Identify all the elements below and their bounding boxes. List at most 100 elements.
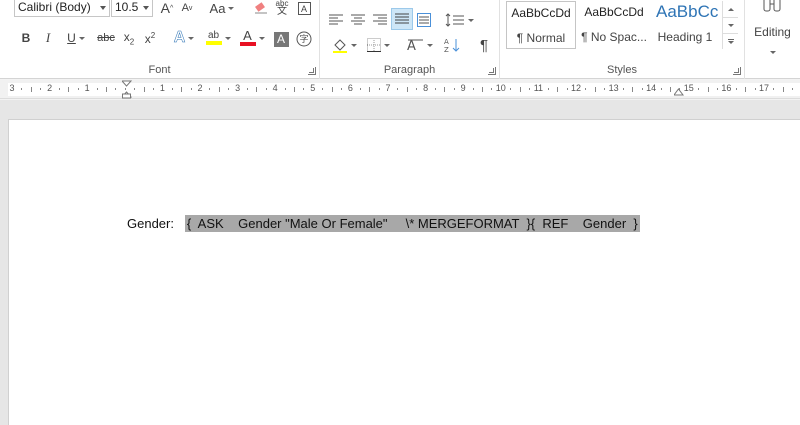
text-effects-button[interactable]: A (170, 27, 198, 49)
ruler-tick (341, 88, 342, 90)
ruler-tick (416, 88, 418, 90)
subscript-icon: x2 (124, 30, 134, 46)
distributed-icon (417, 13, 431, 27)
italic-icon: I (45, 30, 51, 45)
style-normal-sample: AaBbCcDd (511, 6, 571, 20)
shrink-font-button[interactable]: Av (178, 0, 196, 19)
superscript-button[interactable]: x2 (140, 27, 160, 49)
enclose-characters-button[interactable]: A (294, 0, 314, 19)
horizontal-ruler[interactable]: 3 2 1 1 2 3 4 5 6 7 8 9 10 11 12 13 14 15 16 17 (0, 80, 800, 99)
svg-text:A: A (444, 38, 449, 46)
ruler-tick (557, 87, 559, 92)
ruler-label: 1 (84, 83, 90, 93)
style-heading-1-sample: AaBbCc (656, 2, 718, 21)
font-color-swatch (239, 42, 256, 46)
style-normal[interactable]: AaBbCcDd ¶ Normal (506, 1, 576, 49)
paragraph-dialog-launcher-icon[interactable] (488, 67, 496, 75)
styles-scroll-up-button[interactable] (723, 1, 738, 17)
distributed-button[interactable] (414, 9, 434, 31)
change-case-button[interactable]: Aa (204, 0, 240, 19)
font-dialog-launcher-icon[interactable] (308, 67, 316, 75)
styles-dialog-launcher-icon[interactable] (733, 67, 741, 75)
font-name-combo[interactable]: Calibri (Body) (14, 0, 110, 17)
show-formatting-button[interactable]: ¶ (474, 34, 494, 56)
subscript-button[interactable]: x2 (119, 27, 139, 49)
font-group: Calibri (Body) 10.5 A ^ Av Aa abc 文 A B I … (0, 0, 320, 79)
editing-group: Editing (745, 0, 800, 79)
justify-icon (395, 13, 409, 24)
line-spacing-icon (445, 13, 464, 27)
align-right-icon (373, 14, 387, 25)
underline-button[interactable]: U (60, 27, 92, 49)
styles-group: AaBbCcDd ¶ Normal AaBbCcDd ¶ No Spac... … (500, 0, 745, 79)
phonetic-guide-button[interactable]: abc 文 (272, 0, 292, 19)
ruler-label: 5 (310, 83, 316, 93)
styles-more-button[interactable] (723, 33, 738, 49)
highlight-label: ab (207, 30, 220, 41)
align-right-button[interactable] (370, 9, 390, 31)
ruler-label: 10 (495, 83, 506, 93)
ruler-label: 9 (460, 83, 466, 93)
binoculars-icon (763, 0, 781, 12)
ruler-tick (623, 88, 624, 90)
align-left-button[interactable] (326, 9, 346, 31)
borders-button[interactable] (362, 34, 394, 56)
document-paragraph[interactable]: Gender: { ASK Gender "Male Or Female" \*… (127, 215, 640, 232)
ruler-tick (96, 88, 98, 90)
enclose-button[interactable]: 字 (294, 28, 314, 50)
ruler-tick (585, 88, 587, 90)
ruler-tick (491, 88, 493, 90)
align-center-button[interactable] (348, 9, 368, 31)
character-shading-button[interactable]: A (272, 28, 290, 50)
eraser-icon (255, 2, 267, 14)
ruler-tick (171, 88, 173, 90)
ruler-tick (397, 88, 399, 90)
ribbon: Calibri (Body) 10.5 A ^ Av Aa abc 文 A B I … (0, 0, 800, 79)
align-center-icon (351, 14, 365, 25)
ruler-tick (641, 88, 643, 90)
strikethrough-icon: abc (97, 32, 115, 44)
first-line-indent-marker[interactable] (120, 80, 133, 102)
svg-text:字: 字 (299, 33, 308, 45)
character-shading-icon: A (273, 31, 289, 47)
style-normal-name: ¶ Normal (516, 31, 566, 45)
bold-icon: B (21, 31, 31, 45)
ruler-tick (660, 88, 662, 90)
ruler-tick (472, 88, 474, 90)
line-spacing-button[interactable] (442, 9, 476, 31)
paint-bucket-icon (332, 39, 347, 53)
styles-scroll-down-button[interactable] (723, 17, 738, 33)
bold-button[interactable]: B (16, 27, 36, 49)
ruler-tick (604, 88, 606, 90)
ruler-tick (792, 88, 794, 90)
ruler-tick (406, 87, 408, 92)
highlight-color-button[interactable]: ab (202, 27, 234, 49)
shading-button[interactable] (328, 34, 360, 56)
right-indent-marker[interactable] (673, 86, 684, 100)
ruler-tick (153, 88, 154, 90)
ruler-tick (745, 87, 747, 92)
editing-button[interactable]: Editing (745, 0, 800, 70)
ruler-tick (773, 88, 775, 90)
strikethrough-button[interactable]: abc (94, 27, 118, 49)
italic-button[interactable]: I (38, 27, 58, 49)
font-color-label: A (243, 28, 252, 43)
clear-formatting-button[interactable] (250, 0, 272, 19)
gender-label: Gender: (127, 216, 174, 231)
sort-az-icon: AZ (444, 38, 460, 53)
document-page[interactable]: Gender: { ASK Gender "Male Or Female" \*… (8, 119, 800, 425)
style-no-spacing[interactable]: AaBbCcDd ¶ No Spac... (579, 1, 649, 49)
font-color-button[interactable]: A (236, 27, 268, 49)
asian-layout-button[interactable]: A (402, 34, 436, 56)
chevron-down-icon (228, 6, 235, 10)
ruler-tick (782, 87, 784, 92)
ruler-tick (369, 87, 371, 92)
font-size-combo[interactable]: 10.5 (111, 0, 153, 17)
style-heading-1[interactable]: AaBbCc Heading 1 (652, 1, 718, 49)
document-area: Gender: { ASK Gender "Male Or Female" \*… (0, 100, 800, 425)
sort-button[interactable]: AZ (442, 34, 462, 56)
justify-button[interactable] (391, 8, 413, 30)
field-code[interactable]: { ASK Gender "Male Or Female" \* MERGEFO… (184, 215, 640, 232)
grow-font-button[interactable]: A ^ (158, 0, 176, 19)
change-case-icon: Aa (209, 0, 226, 16)
